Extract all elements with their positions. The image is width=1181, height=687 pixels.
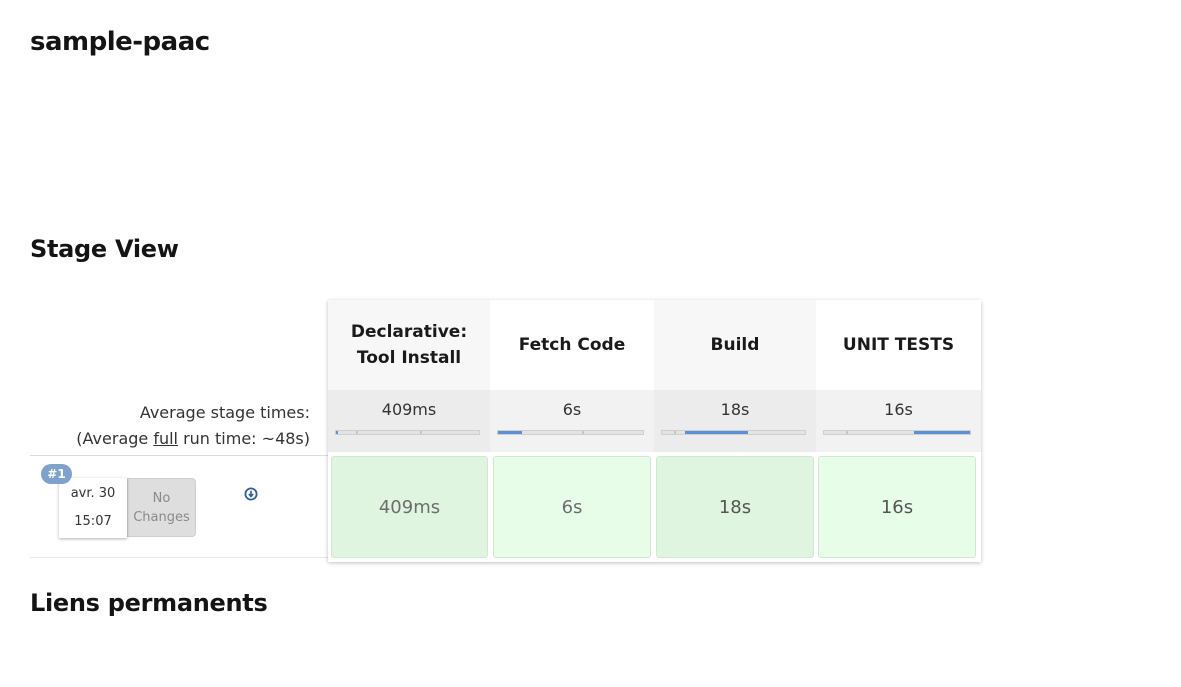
avg-time-build: 18s xyxy=(654,390,816,452)
stage-result-build[interactable]: 18s xyxy=(656,456,814,558)
avg-progress-bar xyxy=(335,430,480,435)
stage-result-unit-tests[interactable]: 16s xyxy=(818,456,976,558)
changes-box[interactable]: No Changes xyxy=(127,478,196,537)
build-number-badge[interactable]: #1 xyxy=(41,464,72,484)
stage-view-heading: Stage View xyxy=(30,235,179,263)
changes-line-1: No xyxy=(152,490,171,506)
avg-progress-bar xyxy=(661,430,806,435)
stage-view-table: Declarative: Tool Install Fetch Code Buil… xyxy=(328,300,981,562)
avg-time-unit-tests: 16s xyxy=(816,390,981,452)
avg-time-declarative: 409ms xyxy=(328,390,490,452)
average-times-label: Average stage times: (Average full run t… xyxy=(76,400,310,452)
stage-header-declarative-tool-install: Declarative: Tool Install xyxy=(328,300,490,390)
page-title: sample-paac xyxy=(30,27,210,57)
permalinks-heading: Liens permanents xyxy=(30,589,268,617)
stage-result-fetch-code[interactable]: 6s xyxy=(493,456,651,558)
run-date: avr. 30 xyxy=(70,486,116,501)
stage-header-fetch-code: Fetch Code xyxy=(490,300,654,390)
avg-progress-bar xyxy=(497,430,644,435)
avg-time-fetch-code: 6s xyxy=(490,390,654,452)
run-date-box[interactable]: avr. 30 15:07 xyxy=(59,478,127,538)
stage-header-unit-tests: UNIT TESTS xyxy=(816,300,981,390)
stage-header-build: Build xyxy=(654,300,816,390)
full-run-time-link[interactable]: full xyxy=(153,429,178,448)
download-icon[interactable] xyxy=(244,486,258,501)
run-time: 15:07 xyxy=(74,514,112,529)
avg-progress-bar xyxy=(823,430,971,435)
average-run-time-text: (Average full run time: ~48s) xyxy=(76,429,310,448)
average-stage-times-text: Average stage times: xyxy=(139,403,310,422)
changes-line-2: Changes xyxy=(133,509,190,525)
stage-result-declarative[interactable]: 409ms xyxy=(331,456,488,558)
